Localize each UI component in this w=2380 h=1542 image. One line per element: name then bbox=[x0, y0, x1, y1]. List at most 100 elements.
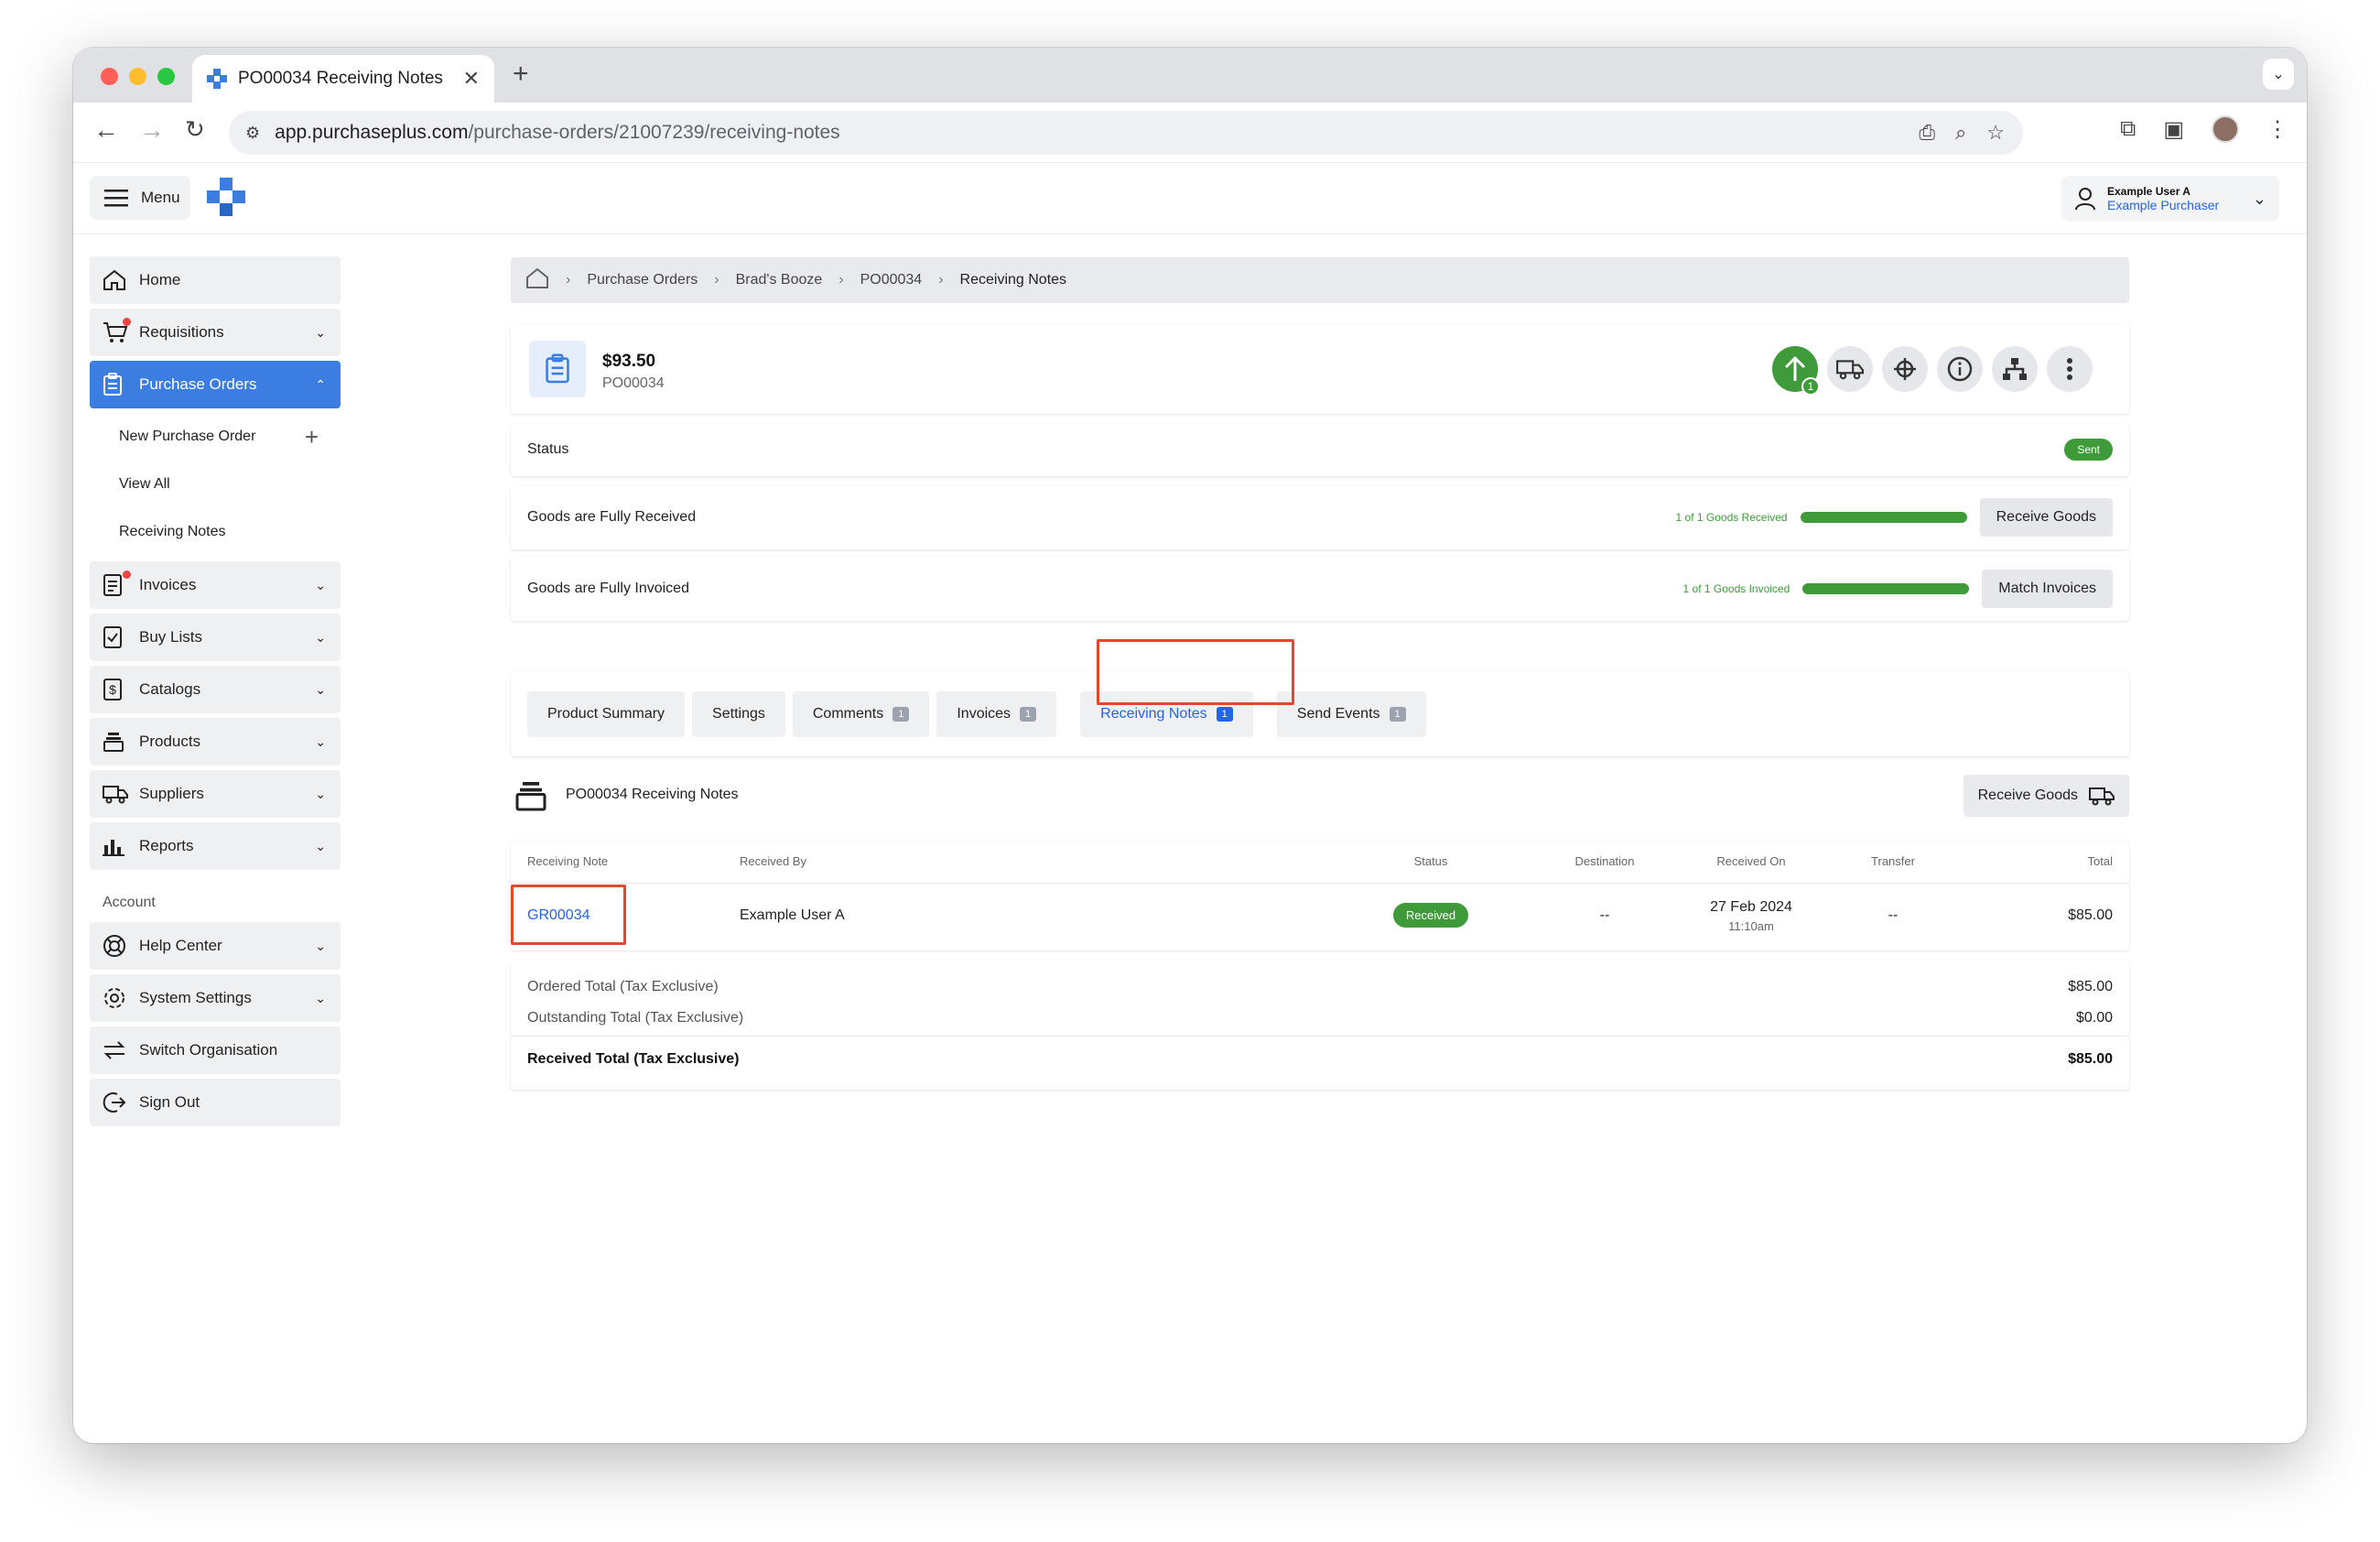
sidebar-subitem-view-all[interactable]: View All bbox=[90, 461, 341, 508]
column-header: Transfer bbox=[1829, 841, 1957, 884]
sidebar-item-requisitions[interactable]: Requisitions ⌄ bbox=[90, 309, 341, 356]
track-button[interactable] bbox=[1882, 346, 1928, 392]
tab-search-button[interactable]: ⌄ bbox=[2263, 59, 2294, 90]
maximize-window-button[interactable] bbox=[157, 68, 175, 85]
sidebar-item-purchase-orders[interactable]: Purchase Orders ⌃ bbox=[90, 361, 341, 408]
user-menu[interactable]: Example User A Example Purchaser ⌄ bbox=[2061, 176, 2279, 222]
info-button[interactable] bbox=[1937, 346, 1983, 392]
back-arrow-icon[interactable]: ← bbox=[93, 115, 119, 145]
chevron-down-icon: ⌄ bbox=[315, 629, 326, 645]
user-icon bbox=[2075, 188, 2095, 211]
sidebar-subitem-receiving-notes[interactable]: Receiving Notes bbox=[90, 508, 341, 556]
reload-icon[interactable]: ↻ bbox=[185, 115, 205, 144]
notification-dot bbox=[123, 318, 131, 326]
chevron-down-icon: ⌄ bbox=[315, 577, 326, 592]
column-header: Destination bbox=[1536, 841, 1673, 884]
hierarchy-button[interactable] bbox=[1992, 346, 2038, 392]
sidebar-item-switch-organisation[interactable]: Switch Organisation bbox=[90, 1026, 341, 1074]
tab-send-events[interactable]: Send Events 1 bbox=[1276, 691, 1426, 737]
sidebar-item-system-settings[interactable]: System Settings ⌄ bbox=[90, 974, 341, 1022]
sidebar-item-label: Home bbox=[139, 271, 181, 288]
sidebar-item-products[interactable]: Products ⌄ bbox=[90, 718, 341, 766]
sidebar-item-catalogs[interactable]: $ Catalogs ⌄ bbox=[90, 666, 341, 713]
invoiced-row: Goods are Fully Invoiced 1 of 1 Goods In… bbox=[511, 557, 2129, 621]
truck-icon bbox=[1836, 360, 1864, 380]
new-tab-button[interactable]: + bbox=[513, 59, 529, 90]
tab-product-summary[interactable]: Product Summary bbox=[527, 691, 686, 737]
plus-icon[interactable]: + bbox=[305, 423, 319, 451]
browser-menu-icon[interactable]: ⋮ bbox=[2266, 116, 2288, 143]
sidebar-item-reports[interactable]: Reports ⌄ bbox=[90, 822, 341, 870]
sidebar-item-buy-lists[interactable]: Buy Lists ⌄ bbox=[90, 614, 341, 661]
zoom-icon[interactable]: ⌕ bbox=[1955, 121, 1966, 145]
sidebar-item-invoices[interactable]: Invoices ⌄ bbox=[90, 561, 341, 609]
status-badge: Sent bbox=[2064, 439, 2113, 461]
browser-tab-active[interactable]: PO00034 Receiving Notes ✕ bbox=[192, 55, 494, 103]
sidebar-item-label: Help Center bbox=[139, 937, 222, 954]
sidebar-item-label: Receiving Notes bbox=[119, 524, 226, 539]
sidebar-item-sign-out[interactable]: Sign Out bbox=[90, 1079, 341, 1126]
breadcrumb-supplier[interactable]: Brad's Booze bbox=[736, 272, 823, 288]
bookmark-star-icon[interactable]: ☆ bbox=[1986, 121, 2005, 145]
tab-label: Send Events bbox=[1296, 706, 1380, 722]
url-text[interactable]: app.purchaseplus.com/purchase-orders/210… bbox=[275, 122, 840, 144]
po-tabs: Product Summary Settings Comments 1 Invoi… bbox=[511, 672, 2129, 756]
extensions-icon[interactable]: ⧉ bbox=[2120, 116, 2136, 142]
ordered-total-row: Ordered Total (Tax Exclusive) $85.00 bbox=[511, 971, 2129, 1004]
svg-text:$: $ bbox=[109, 682, 116, 697]
window-controls bbox=[101, 68, 175, 85]
profile-avatar[interactable] bbox=[2212, 115, 2239, 143]
tab-settings[interactable]: Settings bbox=[692, 691, 785, 737]
install-app-icon[interactable]: ⎙ bbox=[1919, 121, 1935, 145]
info-icon bbox=[1947, 356, 1973, 382]
menu-button[interactable]: Menu bbox=[90, 176, 190, 220]
product-stack-icon bbox=[515, 782, 546, 811]
total-cell: $85.00 bbox=[2068, 907, 2113, 924]
breadcrumb-home-icon[interactable] bbox=[525, 267, 549, 294]
receiving-notes-title: PO00034 Receiving Notes bbox=[566, 787, 739, 802]
button-label: Receive Goods bbox=[1977, 787, 2078, 803]
crosshair-icon bbox=[1894, 358, 1916, 380]
clipboard-icon bbox=[103, 373, 132, 396]
address-bar[interactable]: ⚙ app.purchaseplus.com/purchase-orders/2… bbox=[229, 111, 2023, 155]
more-options-button[interactable] bbox=[2047, 346, 2093, 392]
sidebar: Home Requisitions ⌄ Purchase Orders ⌃ Ne… bbox=[90, 256, 341, 1131]
sidebar-item-label: View All bbox=[119, 476, 170, 492]
po-amount: $93.50 bbox=[602, 352, 656, 371]
checklist-icon bbox=[103, 625, 132, 649]
receive-goods-button[interactable]: Receive Goods bbox=[1979, 498, 2113, 537]
site-settings-icon[interactable]: ⚙ bbox=[245, 124, 260, 143]
close-tab-icon[interactable]: ✕ bbox=[463, 67, 480, 91]
tab-comments[interactable]: Comments 1 bbox=[792, 691, 930, 737]
product-stack-icon bbox=[103, 731, 132, 753]
forward-arrow-icon[interactable]: → bbox=[139, 115, 165, 145]
purchaseplus-logo[interactable] bbox=[207, 178, 245, 223]
breadcrumb-po[interactable]: PO00034 bbox=[860, 272, 923, 288]
chevron-down-icon: ⌄ bbox=[315, 938, 326, 953]
tab-title: PO00034 Receiving Notes bbox=[238, 69, 443, 88]
received-total-row: Received Total (Tax Exclusive) $85.00 bbox=[511, 1037, 2129, 1082]
receiving-notes-header: PO00034 Receiving Notes Receive Goods bbox=[511, 771, 2129, 820]
column-header: Receiving Note bbox=[511, 841, 740, 884]
breadcrumb-purchase-orders[interactable]: Purchase Orders bbox=[587, 272, 698, 288]
minimize-window-button[interactable] bbox=[129, 68, 146, 85]
sidebar-subitem-new-purchase-order[interactable]: New Purchase Order + bbox=[90, 413, 341, 461]
ordered-total-value: $85.00 bbox=[2068, 979, 2113, 994]
chevron-down-icon: ⌄ bbox=[315, 990, 326, 1005]
sidebar-item-label: Requisitions bbox=[139, 323, 224, 341]
send-po-button[interactable]: 1 bbox=[1772, 346, 1820, 396]
ordered-total-label: Ordered Total (Tax Exclusive) bbox=[527, 979, 719, 994]
outstanding-total-value: $0.00 bbox=[2075, 1009, 2113, 1026]
sidebar-item-home[interactable]: Home bbox=[90, 256, 341, 304]
match-invoices-button[interactable]: Match Invoices bbox=[1982, 570, 2113, 608]
receive-goods-header-button[interactable]: Receive Goods bbox=[1963, 775, 2129, 817]
close-window-button[interactable] bbox=[101, 68, 118, 85]
received-total-value: $85.00 bbox=[2068, 1051, 2113, 1067]
tab-invoices[interactable]: Invoices 1 bbox=[936, 691, 1057, 737]
side-panel-icon[interactable]: ▣ bbox=[2163, 116, 2184, 143]
tab-count-badge: 1 bbox=[892, 707, 910, 722]
sidebar-item-help-center[interactable]: Help Center ⌄ bbox=[90, 922, 341, 970]
sidebar-item-suppliers[interactable]: Suppliers ⌄ bbox=[90, 770, 341, 818]
delivery-button[interactable] bbox=[1827, 346, 1873, 392]
gear-icon bbox=[103, 986, 132, 1010]
